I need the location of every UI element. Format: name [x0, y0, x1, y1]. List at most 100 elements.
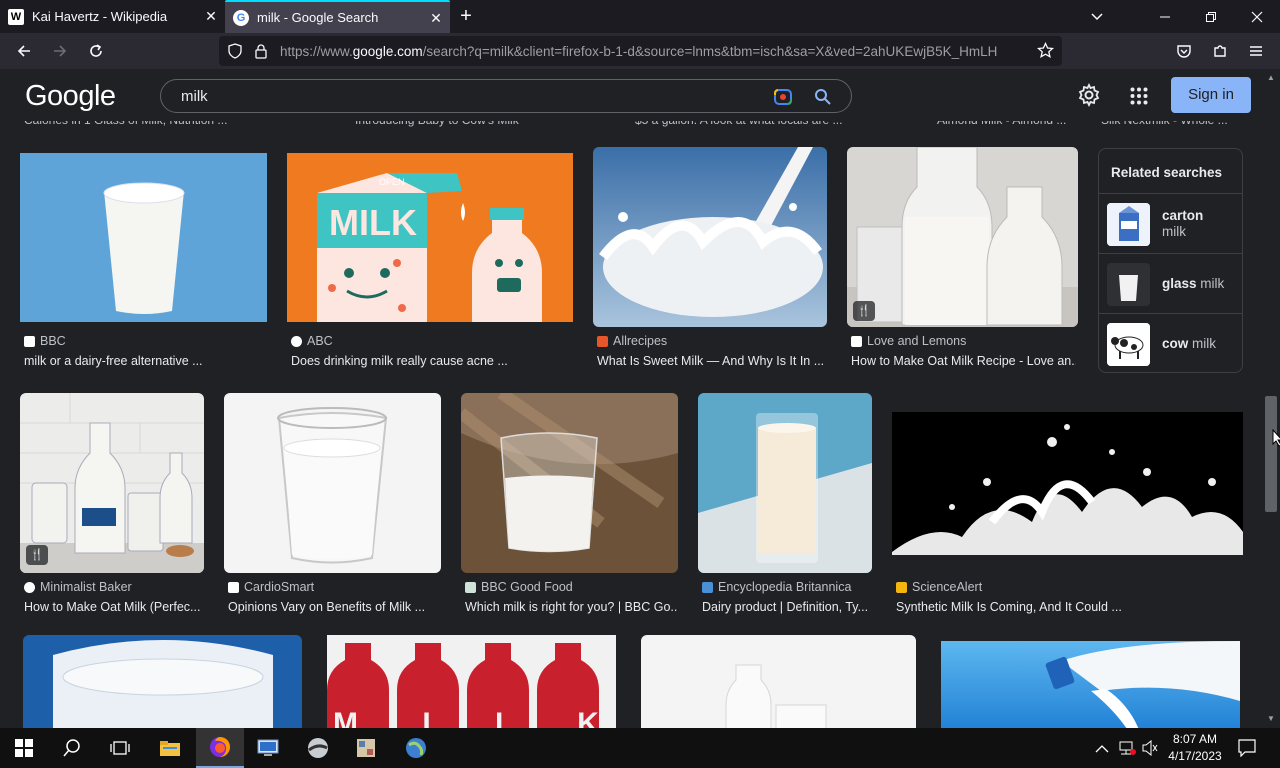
result-source[interactable]: ABC — [291, 334, 333, 348]
volume-muted-icon[interactable] — [1141, 739, 1159, 761]
windows-start-icon[interactable] — [0, 728, 48, 768]
result-image-bbc-good-food-glass[interactable] — [461, 393, 678, 573]
result-image-glass-closeup[interactable] — [23, 635, 302, 728]
result-image-bbc-glass[interactable] — [20, 153, 267, 322]
result-title[interactable]: Does drinking milk really cause acne ... — [291, 354, 571, 368]
result-source[interactable]: Allrecipes — [597, 334, 667, 348]
file-explorer-icon[interactable] — [146, 728, 194, 768]
pocket-icon[interactable] — [1172, 39, 1196, 63]
google-logo[interactable]: Google — [25, 80, 116, 113]
result-title[interactable]: How to Make Oat Milk (Perfec... — [24, 600, 204, 614]
tab-wikipedia[interactable]: W Kai Havertz - Wikipedia ✕ — [0, 0, 225, 33]
tab-google-search[interactable]: G milk - Google Search ✕ — [225, 0, 450, 33]
system-clock[interactable]: 8:07 AM 4/17/2023 — [1165, 731, 1225, 765]
list-all-tabs-chevron-icon[interactable] — [1074, 0, 1120, 33]
tab-label: Kai Havertz - Wikipedia — [32, 9, 168, 24]
result-source[interactable]: BBC Good Food — [465, 580, 573, 594]
recipe-badge-icon: 🍴 — [26, 545, 48, 565]
result-image-red-bottles[interactable]: M I L K — [327, 635, 616, 728]
result-image-allrecipes-splash[interactable] — [593, 147, 827, 327]
result-title[interactable]: What Is Sweet Milk — And Why Is It In ..… — [597, 354, 825, 368]
tab-label: milk - Google Search — [257, 10, 379, 25]
sign-in-button[interactable]: Sign in — [1171, 77, 1251, 113]
related-searches-title: Related searches — [1111, 165, 1223, 180]
result-title[interactable]: milk or a dairy-free alternative ... — [24, 354, 264, 368]
bbc-favicon-icon — [24, 335, 35, 347]
result-title[interactable]: How to Make Oat Milk Recipe - Love an... — [851, 354, 1076, 368]
result-title[interactable]: Which milk is right for you? | BBC Go... — [465, 600, 677, 614]
result-image-minimalist-baker[interactable]: 🍴 — [20, 393, 204, 573]
result-source[interactable]: CardioSmart — [228, 580, 314, 594]
reload-icon[interactable] — [84, 39, 108, 63]
tab-bar: W Kai Havertz - Wikipedia ✕ G milk - Goo… — [0, 0, 1280, 33]
related-search-carton-milk[interactable]: carton milk — [1099, 193, 1242, 253]
love-and-lemons-favicon-icon — [851, 335, 862, 347]
address-bar[interactable]: https://www.google.com/search?q=milk&cli… — [219, 36, 1062, 66]
result-source[interactable]: Encyclopedia Britannica — [702, 580, 851, 594]
clock-date: 4/17/2023 — [1168, 749, 1222, 763]
bookmark-star-icon[interactable] — [1036, 41, 1055, 64]
tracking-shield-icon[interactable] — [227, 43, 243, 64]
carton-milk-text: MILK — [329, 202, 417, 243]
forward-arrow-icon[interactable] — [48, 39, 72, 63]
result-image-white-glassware[interactable] — [641, 635, 916, 728]
result-source[interactable]: BBC — [24, 334, 66, 348]
navigation-toolbar: https://www.google.com/search?q=milk&cli… — [0, 33, 1280, 69]
bbc-good-food-favicon-icon — [465, 581, 476, 593]
firefox-icon[interactable] — [196, 728, 244, 768]
result-source[interactable]: Minimalist Baker — [24, 580, 132, 594]
app-sphere-icon[interactable] — [294, 728, 342, 768]
close-tab-icon[interactable]: ✕ — [428, 10, 444, 26]
close-tab-icon[interactable]: ✕ — [203, 8, 219, 24]
search-input[interactable]: milk — [181, 88, 208, 105]
google-favicon-icon: G — [233, 9, 249, 26]
google-lens-camera-icon[interactable] — [773, 87, 793, 112]
result-image-britannica-glass[interactable] — [698, 393, 872, 573]
search-box[interactable]: milk — [160, 79, 852, 113]
abc-favicon-icon — [291, 335, 302, 347]
task-view-icon[interactable] — [96, 728, 144, 768]
search-icon[interactable] — [48, 728, 96, 768]
result-image-sciencealert-splash[interactable] — [892, 412, 1243, 555]
minimalist-baker-favicon-icon — [24, 581, 35, 593]
related-search-cow-milk[interactable]: cow milk — [1099, 313, 1242, 373]
result-source[interactable]: Love and Lemons — [851, 334, 966, 348]
google-images-page: Google milk Sign in Calories in 1 Glass … — [0, 69, 1280, 728]
scroll-down-arrow-icon[interactable]: ▼ — [1267, 714, 1275, 723]
result-title[interactable]: Synthetic Milk Is Coming, And It Could .… — [896, 600, 1241, 614]
extensions-puzzle-icon[interactable] — [1208, 39, 1232, 63]
minimize-icon[interactable] — [1142, 0, 1188, 33]
result-title[interactable]: Opinions Vary on Benefits of Milk ... — [228, 600, 438, 614]
new-tab-plus-icon[interactable]: + — [455, 5, 477, 27]
scroll-up-arrow-icon[interactable]: ▲ — [1267, 73, 1275, 82]
archive-app-icon[interactable] — [342, 728, 390, 768]
mouse-cursor-icon — [1272, 428, 1280, 452]
glass-milk-thumbnail — [1107, 263, 1150, 306]
result-image-abc-cartoon[interactable]: MILK OPEN — [287, 153, 573, 322]
result-source[interactable]: ScienceAlert — [896, 580, 982, 594]
globe-app-icon[interactable] — [392, 728, 440, 768]
remote-desktop-icon[interactable] — [244, 728, 292, 768]
lock-icon[interactable] — [253, 43, 269, 64]
result-title[interactable]: Dairy product | Definition, Ty... — [702, 600, 870, 614]
clock-time: 8:07 AM — [1172, 732, 1218, 746]
notifications-icon[interactable] — [1238, 739, 1256, 762]
result-image-pouring-jug[interactable] — [941, 641, 1240, 728]
related-search-glass-milk[interactable]: glass milk — [1099, 253, 1242, 313]
scrollbar-thumb[interactable] — [1265, 396, 1277, 512]
cow-thumbnail — [1107, 323, 1150, 366]
network-icon[interactable] — [1118, 740, 1136, 761]
back-arrow-icon[interactable] — [12, 39, 36, 63]
result-image-love-and-lemons-bottles[interactable]: 🍴 — [847, 147, 1078, 327]
app-menu-hamburger-icon[interactable] — [1244, 39, 1268, 63]
settings-gear-icon[interactable] — [1077, 82, 1101, 112]
result-image-cardiosmart-glass[interactable] — [224, 393, 441, 573]
page-scrollbar[interactable]: ▲ ▼ — [1262, 69, 1280, 728]
show-hidden-icons-chevron-icon[interactable] — [1095, 741, 1109, 759]
restore-icon[interactable] — [1188, 0, 1234, 33]
close-window-icon[interactable] — [1234, 0, 1280, 33]
url-text: https://www.google.com/search?q=milk&cli… — [280, 44, 998, 59]
britannica-favicon-icon — [702, 581, 713, 593]
google-apps-grid-icon[interactable] — [1130, 87, 1148, 110]
search-magnifier-icon[interactable] — [814, 88, 832, 111]
